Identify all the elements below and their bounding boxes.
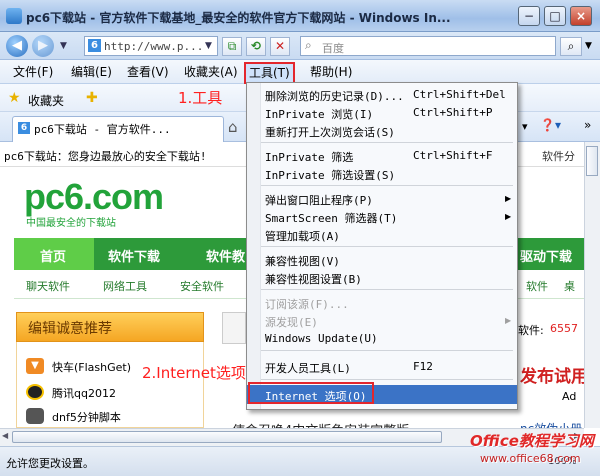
recommend-item[interactable]: 快车(FlashGet) (52, 359, 131, 375)
menu-separator (261, 379, 513, 380)
stop-icon[interactable]: ✕ (270, 37, 290, 56)
nav-tab-driver[interactable]: 驱动下载 (520, 246, 572, 265)
menu-reopen-session[interactable]: 重新打开上次浏览会话(S) (265, 124, 395, 140)
horizontal-scroll-thumb[interactable] (12, 431, 442, 443)
qq-icon (26, 384, 44, 400)
favorites-label[interactable]: 收藏夹 (28, 92, 64, 109)
search-placeholder: 百度 (322, 42, 344, 55)
back-button[interactable]: ◀ (6, 35, 28, 57)
menu-manage-addons[interactable]: 管理加载项(A) (265, 228, 340, 244)
menu-edit[interactable]: 编辑(E) (68, 63, 115, 81)
nav-tab-tutorial[interactable]: 软件教 (206, 246, 245, 265)
subnav-right-2[interactable]: 桌 (564, 278, 575, 294)
submenu-arrow-icon: ▶ (505, 316, 512, 325)
menu-separator (261, 350, 513, 351)
nav-tab-software[interactable]: 软件下载 (108, 246, 160, 265)
notice-right[interactable]: 软件分 (542, 148, 575, 164)
shortcut-inprivate-filter: Ctrl+Shift+F (413, 149, 493, 162)
menu-developer-tools[interactable]: 开发人员工具(L) (265, 360, 351, 376)
content-tab[interactable] (222, 312, 246, 344)
ad-label: Ad (562, 390, 577, 403)
subnav-security[interactable]: 安全软件 (180, 278, 224, 294)
vertical-scrollbar[interactable] (584, 142, 600, 428)
submenu-arrow-icon: ▶ (505, 194, 512, 203)
compatibility-view-icon[interactable]: ⧉ (222, 37, 242, 56)
menu-separator (261, 289, 513, 290)
headline-link[interactable]: 发布试用 (520, 362, 588, 387)
menu-gutter (247, 83, 261, 409)
annotation-step2: 2.Internet选项 (142, 364, 246, 382)
menu-compat-view[interactable]: 兼容性视图(V) (265, 253, 340, 269)
search-options-icon[interactable]: ▼ (585, 41, 592, 51)
shortcut-developer-tools: F12 (413, 360, 433, 373)
history-dropdown-icon[interactable]: ▼ (60, 41, 67, 51)
address-url: http://www.p... (104, 40, 204, 53)
page-notice: pc6下载站：您身边最放心的安全下载站! (4, 150, 207, 163)
refresh-icon[interactable]: ⟲ (246, 37, 266, 56)
menu-compat-settings[interactable]: 兼容性视图设置(B) (265, 271, 362, 287)
menu-delete-history[interactable]: 删除浏览的历史记录(D)... (265, 88, 404, 104)
page-menu-icon[interactable]: ▾ (522, 120, 528, 133)
watermark-url: www.office68.com (480, 452, 581, 465)
menu-windows-update[interactable]: Windows Update(U) (265, 332, 378, 345)
home-icon[interactable]: ⌂ (228, 118, 238, 136)
software-count: 6557 (550, 322, 578, 335)
window-title: pc6下载站 - 官方软件下载基地_最安全的软件官方下载网站 - Windows… (26, 11, 451, 25)
menu-favorites[interactable]: 收藏夹(A) (181, 63, 241, 81)
recommend-item[interactable]: 腾讯qq2012 (52, 385, 116, 401)
menu-view[interactable]: 查看(V) (124, 63, 172, 81)
subnav-network[interactable]: 网络工具 (103, 278, 147, 294)
logo-main[interactable]: pc6.com (24, 176, 164, 218)
toolbar-overflow-icon[interactable]: » (584, 118, 591, 132)
submenu-arrow-icon: ▶ (505, 212, 512, 221)
shortcut-delete-history: Ctrl+Shift+Del (413, 88, 506, 101)
menu-popup-blocker[interactable]: 弹出窗口阻止程序(P) (265, 192, 373, 208)
menu-smartscreen[interactable]: SmartScreen 筛选器(T) (265, 210, 397, 226)
search-icon[interactable]: ⌕ (560, 37, 582, 56)
tools-dropdown-menu: 删除浏览的历史记录(D)... Ctrl+Shift+Del InPrivate… (246, 82, 518, 410)
menu-inprivate-filter-settings[interactable]: InPrivate 筛选设置(S) (265, 167, 395, 183)
maximize-button[interactable]: □ (544, 6, 566, 26)
menu-inprivate-browsing[interactable]: InPrivate 浏览(I) (265, 106, 373, 122)
status-text: 允许您更改设置。 (6, 457, 94, 470)
tab-favicon: 6 (18, 122, 30, 134)
subnav-chat[interactable]: 聊天软件 (26, 278, 70, 294)
menu-inprivate-filter[interactable]: InPrivate 筛选 (265, 149, 353, 165)
add-favorite-icon[interactable]: ✚ (86, 90, 98, 106)
tab-title: pc6下载站 - 官方软件... (34, 123, 171, 136)
menu-separator (261, 246, 513, 247)
menu-feed-discovery[interactable]: 源发现(E) (265, 314, 318, 330)
shortcut-inprivate: Ctrl+Shift+P (413, 106, 493, 119)
nav-tab-home-label: 首页 (40, 250, 67, 265)
recommend-title: 编辑诚意推荐 (28, 321, 112, 337)
menu-tools[interactable]: 工具(T) (244, 62, 295, 84)
vertical-scroll-thumb[interactable] (586, 146, 598, 176)
annotation-highlight-box (248, 382, 374, 404)
annotation-step1: 1.工具 (178, 89, 223, 107)
watermark-title: Office教程学习网 (470, 432, 594, 450)
subnav-right-1[interactable]: 软件 (526, 278, 548, 294)
logo-subtitle: 中国最安全的下载站 (26, 218, 116, 229)
search-engine-icon: ⌕ (305, 38, 312, 52)
menu-separator (261, 142, 513, 143)
flashget-icon: ▼ (26, 358, 44, 374)
forward-button[interactable]: ▶ (32, 35, 54, 57)
help-icon[interactable]: ❓▾ (540, 118, 564, 134)
site-favicon: 6 (88, 39, 101, 52)
menu-separator (261, 185, 513, 186)
recommend-item[interactable]: dnf5分钟脚本 (52, 409, 121, 425)
dnf-icon (26, 408, 44, 424)
menu-help[interactable]: 帮助(H) (307, 63, 355, 81)
address-dropdown-icon[interactable]: ▼ (205, 41, 212, 51)
menu-subscribe-feed[interactable]: 订阅该源(F)... (265, 296, 349, 312)
ie-icon (6, 8, 22, 24)
favorites-star-icon[interactable]: ★ (8, 90, 21, 106)
scroll-left-icon[interactable]: ◀ (2, 431, 8, 440)
close-button[interactable]: × (570, 6, 592, 26)
minimize-button[interactable]: − (518, 6, 540, 26)
menu-file[interactable]: 文件(F) (10, 63, 56, 81)
software-count-label: 软件: (518, 324, 544, 337)
